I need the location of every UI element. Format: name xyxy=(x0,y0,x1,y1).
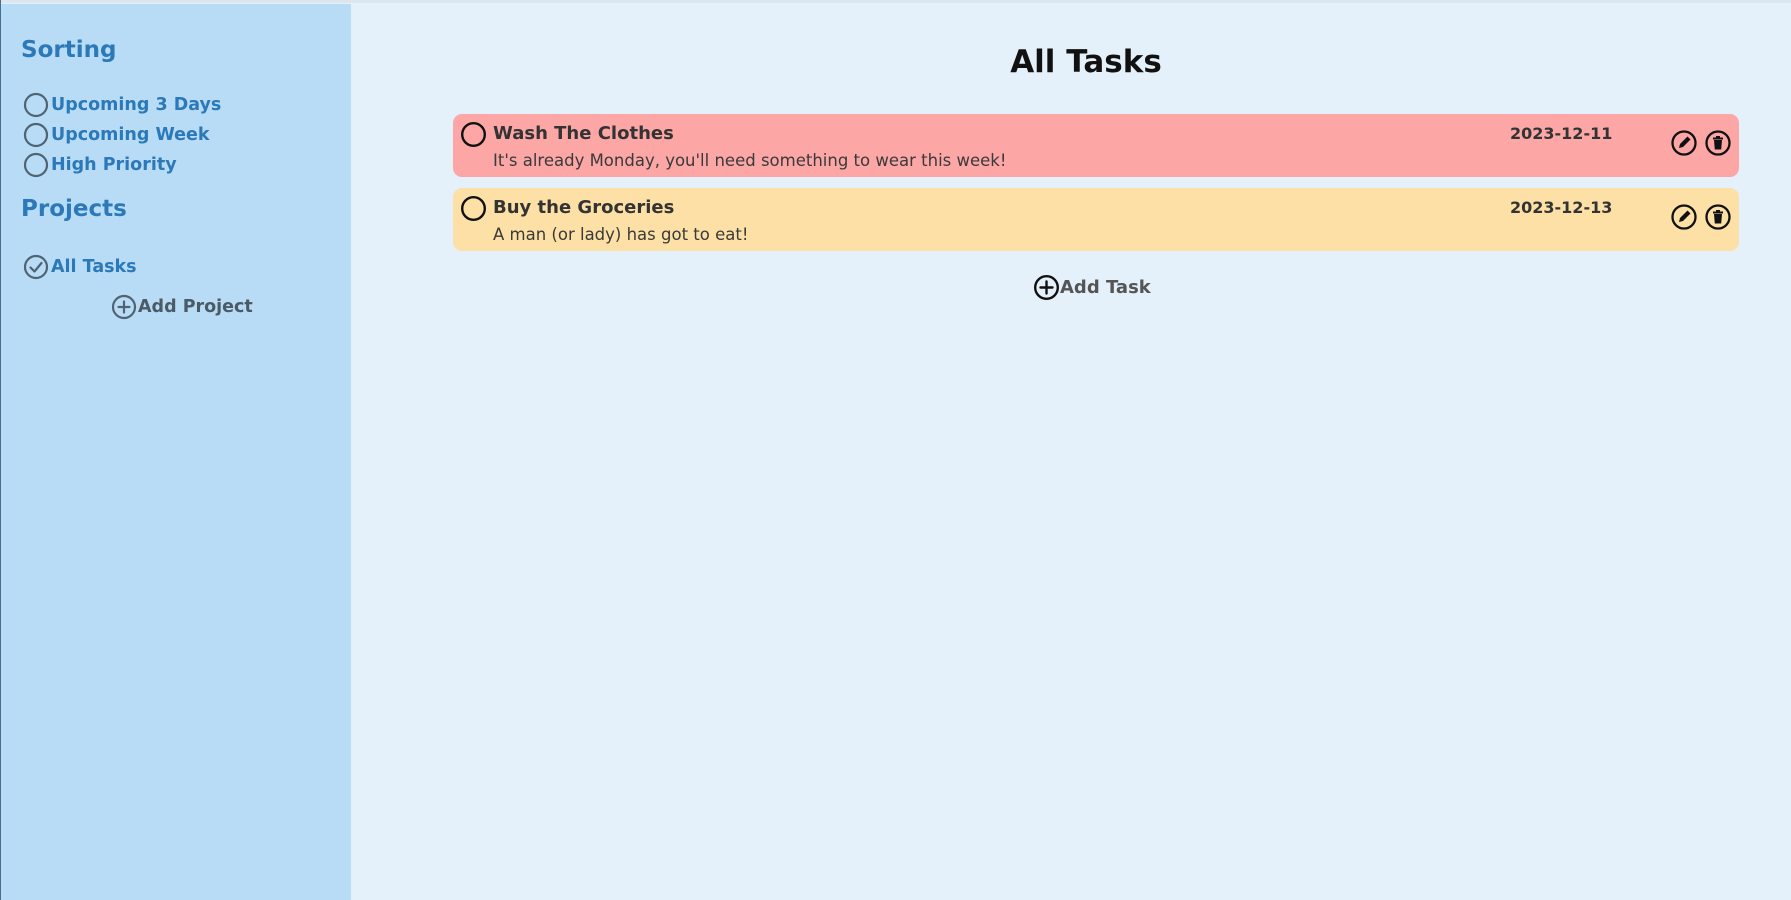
sidebar-item-label: Upcoming Week xyxy=(51,125,210,145)
sidebar: Sorting Upcoming 3 Days Upcoming Week Hi… xyxy=(1,4,351,900)
empty-circle-icon xyxy=(23,122,49,148)
sidebar-item-label: High Priority xyxy=(51,155,177,175)
main-panel: All Tasks Wash The Clothes It's already … xyxy=(352,4,1791,900)
delete-icon[interactable] xyxy=(1704,203,1732,231)
task-card: Buy the Groceries A man (or lady) has go… xyxy=(453,188,1739,251)
sidebar-item-all-tasks[interactable]: All Tasks xyxy=(23,254,137,280)
delete-icon[interactable] xyxy=(1704,129,1732,157)
plus-circle-icon xyxy=(1033,274,1060,301)
task-complete-toggle-icon[interactable] xyxy=(460,121,487,148)
sidebar-item-label: All Tasks xyxy=(51,257,137,277)
top-border xyxy=(0,0,1791,3)
task-date: 2023-12-13 xyxy=(1510,198,1613,217)
sidebar-item-high-priority[interactable]: High Priority xyxy=(23,152,177,178)
sidebar-item-label: Upcoming 3 Days xyxy=(51,95,222,115)
task-date: 2023-12-11 xyxy=(1510,124,1613,143)
task-description: It's already Monday, you'll need somethi… xyxy=(493,151,1007,170)
add-task-button[interactable]: Add Task xyxy=(1033,274,1151,301)
add-task-label: Add Task xyxy=(1060,277,1151,298)
empty-circle-icon xyxy=(23,92,49,118)
sidebar-item-upcoming-3-days[interactable]: Upcoming 3 Days xyxy=(23,92,221,118)
task-card: Wash The Clothes It's already Monday, yo… xyxy=(453,114,1739,177)
edit-icon[interactable] xyxy=(1670,129,1698,157)
task-title: Buy the Groceries xyxy=(493,197,675,218)
empty-circle-icon xyxy=(23,152,49,178)
projects-heading: Projects xyxy=(21,196,127,222)
task-description: A man (or lady) has got to eat! xyxy=(493,225,749,244)
task-title: Wash The Clothes xyxy=(493,123,674,144)
edit-icon[interactable] xyxy=(1670,203,1698,231)
add-project-button[interactable]: Add Project xyxy=(111,294,253,320)
page-title: All Tasks xyxy=(1010,44,1162,80)
sorting-heading: Sorting xyxy=(21,37,117,63)
sidebar-item-upcoming-week[interactable]: Upcoming Week xyxy=(23,122,210,148)
check-circle-icon xyxy=(23,254,49,280)
task-complete-toggle-icon[interactable] xyxy=(460,195,487,222)
plus-circle-icon xyxy=(111,294,137,320)
add-project-label: Add Project xyxy=(138,297,253,317)
